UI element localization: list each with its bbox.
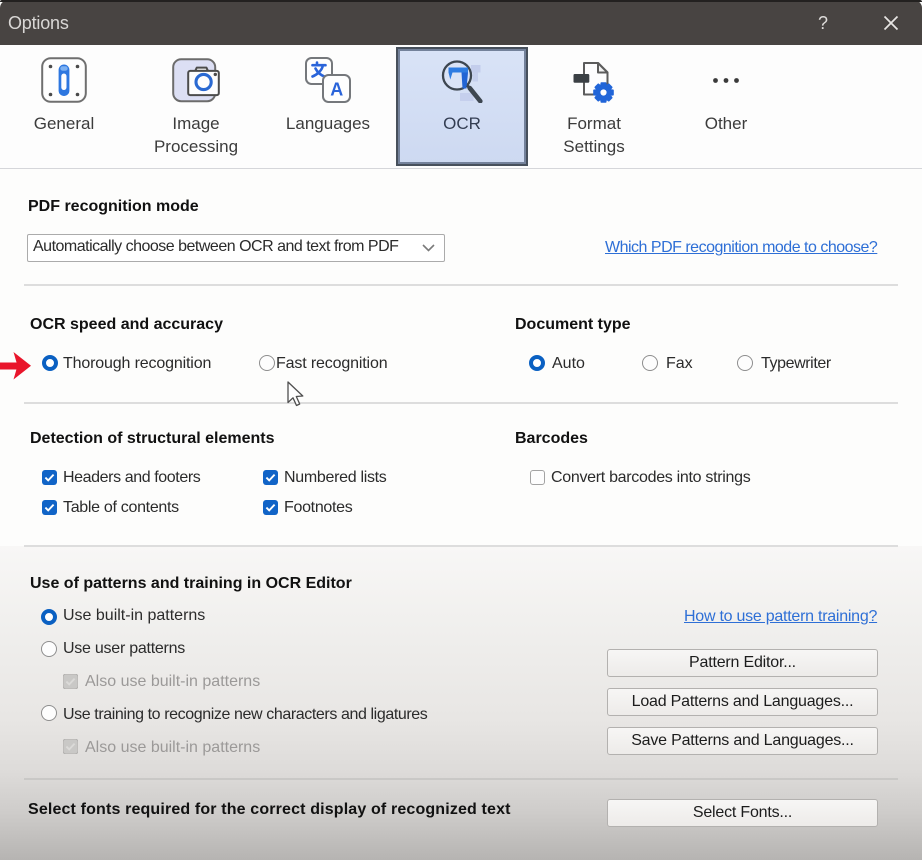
svg-text:A: A [330, 80, 343, 100]
